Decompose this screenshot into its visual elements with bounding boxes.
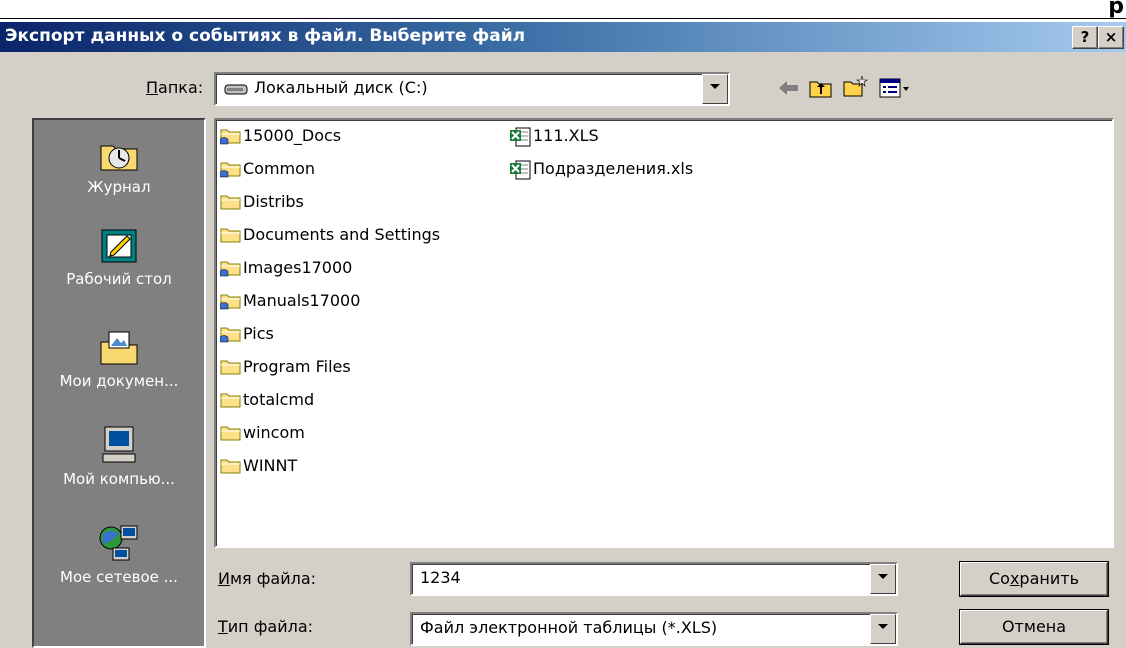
file-list[interactable]: 15000_Docs Common Distribs Documents and Se… — [214, 118, 1114, 548]
history-icon — [100, 145, 138, 171]
file-list-item[interactable]: Distribs — [220, 190, 304, 212]
desktop-icon — [101, 229, 137, 263]
place-desktop[interactable]: Рабочий стол — [34, 224, 204, 308]
file-list-item[interactable]: 111.XLS — [510, 124, 599, 147]
place-label: Мое сетевое ... — [60, 568, 178, 586]
place-label: Мои докумен... — [59, 372, 179, 390]
view-menu-icon[interactable] — [878, 76, 912, 100]
file-name: WINNT — [243, 455, 298, 475]
page-fragment-text: р — [1108, 0, 1124, 19]
file-list-item[interactable]: 15000_Docs — [219, 124, 342, 146]
my-computer-icon — [102, 426, 136, 463]
back-arrow-icon[interactable] — [776, 76, 802, 100]
file-list-item[interactable]: WINNT — [220, 454, 297, 476]
file-list-item[interactable]: wincom — [220, 421, 305, 443]
filename-label: Имя файла: — [218, 569, 317, 588]
shared-folder-icon — [219, 160, 241, 178]
file-name: Подразделения.xls — [533, 158, 694, 178]
filetype-value: Файл электронной таблицы (*.XLS) — [420, 618, 718, 637]
shared-folder-icon — [219, 259, 241, 277]
up-folder-icon[interactable] — [808, 76, 834, 100]
file-name: wincom — [243, 422, 305, 442]
folder-icon — [220, 193, 241, 210]
filename-input[interactable]: 1234 — [420, 568, 461, 587]
file-list-item[interactable]: Documents and Settings — [220, 223, 440, 245]
background-page-strip: р — [0, 0, 1126, 22]
look-in-label: Папка: — [146, 78, 204, 97]
file-name: Distribs — [243, 191, 304, 211]
file-name: Images17000 — [243, 257, 353, 277]
file-name: Documents and Settings — [243, 224, 441, 244]
place-label: Рабочий стол — [66, 270, 172, 288]
drive-icon — [224, 84, 248, 95]
place-history[interactable]: Журнал — [34, 132, 204, 216]
look-in-dropdown-arrow[interactable] — [702, 74, 728, 104]
filetype-label: Тип файла: — [218, 617, 314, 636]
folder-icon — [220, 457, 241, 474]
new-folder-icon[interactable] — [842, 74, 868, 98]
shared-folder-icon — [219, 127, 241, 145]
file-list-item[interactable]: Images17000 — [219, 256, 353, 278]
filetype-combo[interactable]: Файл электронной таблицы (*.XLS) — [410, 612, 898, 646]
file-name: Program Files — [243, 356, 351, 376]
file-list-item[interactable]: Program Files — [220, 355, 351, 377]
cancel-button[interactable]: Отмена — [960, 610, 1108, 644]
shared-folder-icon — [219, 325, 241, 343]
excel-file-icon — [510, 127, 531, 147]
filename-dropdown-arrow[interactable] — [870, 564, 896, 594]
place-label: Мой компью... — [63, 470, 175, 488]
file-list-item[interactable]: totalcmd — [220, 388, 314, 410]
file-list-item[interactable]: Подразделения.xls — [510, 157, 694, 180]
filename-combo[interactable]: 1234 — [410, 562, 898, 596]
folder-icon — [220, 226, 241, 243]
filetype-dropdown-arrow[interactable] — [870, 614, 896, 644]
folder-icon — [220, 424, 241, 441]
place-my-computer[interactable]: Мой компью... — [34, 424, 204, 508]
shared-folder-icon — [219, 292, 241, 310]
place-label: Журнал — [87, 178, 151, 196]
folder-icon — [220, 391, 241, 408]
help-button[interactable]: ? — [1072, 26, 1098, 49]
file-list-item[interactable]: Common — [219, 157, 316, 179]
look-in-combo[interactable]: Локальный диск (C:) — [214, 72, 730, 106]
folder-icon — [220, 358, 241, 375]
close-button[interactable]: × — [1098, 26, 1124, 49]
dialog-title: Экспорт данных о событиях в файл. Выбери… — [5, 26, 526, 46]
look-in-value: Локальный диск (C:) — [254, 78, 428, 97]
file-list-item[interactable]: Manuals17000 — [219, 289, 361, 311]
places-bar: Журнал Рабочий стол Мои докумен... Мой к… — [32, 118, 206, 648]
dialog-titlebar[interactable]: Экспорт данных о событиях в файл. Выбери… — [0, 22, 1126, 52]
file-name: Manuals17000 — [243, 290, 361, 310]
page-rule — [0, 18, 1126, 19]
my-documents-icon — [100, 331, 138, 365]
file-name: totalcmd — [243, 389, 315, 409]
file-name: Common — [243, 158, 316, 178]
place-my-documents[interactable]: Мои докумен... — [34, 326, 204, 410]
file-name: 15000_Docs — [243, 125, 342, 145]
place-network[interactable]: Мое сетевое ... — [34, 522, 204, 606]
save-button[interactable]: Сохранить — [960, 562, 1108, 596]
file-name: Pics — [243, 323, 274, 343]
file-name: 111.XLS — [533, 125, 599, 145]
file-list-item[interactable]: Pics — [219, 322, 274, 344]
excel-file-icon — [510, 160, 531, 180]
network-icon — [99, 525, 138, 561]
